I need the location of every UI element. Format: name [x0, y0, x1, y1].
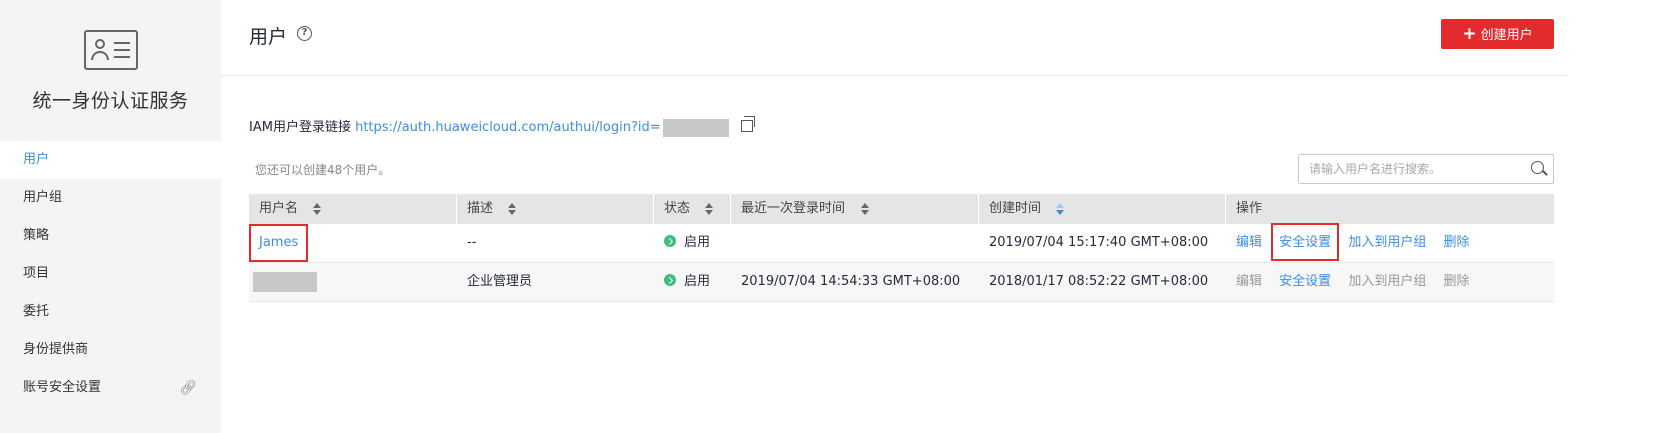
copy-icon[interactable] [740, 115, 755, 132]
column-label: 用户名 [259, 201, 299, 216]
add-to-group-link[interactable]: 加入到用户组 [1348, 235, 1426, 250]
status-cell: 启用 [654, 224, 710, 262]
plus-icon: + [1462, 24, 1477, 44]
sidebar-item-label: 账号安全设置 [23, 380, 102, 395]
sort-icon[interactable] [861, 203, 869, 215]
actions-cell: 编辑 安全设置 加入到用户组 删除 [1226, 263, 1482, 301]
sort-icon-active[interactable] [1056, 203, 1064, 215]
table-row: James -- 启用 2019/07/04 15:17:40 GMT+08:0… [249, 224, 1554, 263]
external-link-icon: 🔗︎ [179, 380, 197, 396]
status-cell: 启用 [654, 263, 710, 301]
login-link-label: IAM用户登录链接 [249, 120, 351, 135]
sidebar-item-user-groups[interactable]: 用户组 [0, 179, 221, 217]
delete-link[interactable]: 删除 [1443, 235, 1469, 250]
column-header-created[interactable]: 创建时间 [979, 194, 1226, 224]
column-header-username[interactable]: 用户名 [249, 194, 457, 224]
last-login-cell [731, 224, 741, 262]
edit-link[interactable]: 编辑 [1236, 235, 1262, 250]
login-link-url[interactable]: https://auth.huaweicloud.com/authui/logi… [355, 120, 661, 135]
username-cell [249, 263, 317, 301]
enabled-status-icon [664, 273, 676, 286]
column-header-actions: 操作 [1226, 194, 1554, 224]
edit-link-disabled: 编辑 [1236, 274, 1263, 289]
sidebar: 统一身份认证服务 用户 用户组 策略 项目 委托 身份提供商 账号安全设置 🔗︎ [0, 0, 221, 433]
column-header-last-login[interactable]: 最近一次登录时间 [731, 194, 979, 224]
create-user-label: 创建用户 [1480, 28, 1533, 43]
column-header-status[interactable]: 状态 [654, 194, 731, 224]
security-settings-link[interactable]: 安全设置 [1279, 274, 1331, 289]
description-cell: 企业管理员 [467, 274, 533, 289]
column-header-description[interactable]: 描述 [457, 194, 654, 224]
actions-cell: 编辑 安全设置 加入到用户组 删除 [1226, 224, 1482, 262]
last-login-cell: 2019/07/04 14:54:33 GMT+08:00 [741, 274, 961, 289]
masked-username [253, 271, 317, 292]
create-user-button[interactable]: + 创建用户 [1441, 19, 1554, 49]
search-box [1298, 154, 1554, 184]
sidebar-item-identity-providers[interactable]: 身份提供商 [0, 331, 221, 369]
column-label: 操作 [1236, 201, 1263, 216]
created-cell: 2018/01/17 08:52:22 GMT+08:00 [989, 274, 1209, 289]
sort-icon[interactable] [508, 203, 516, 215]
quota-hint: 您还可以创建48个用户。 [255, 163, 391, 177]
highlight-security-settings-box [1271, 223, 1339, 261]
status-label: 启用 [684, 235, 711, 250]
sidebar-item-policies[interactable]: 策略 [0, 217, 221, 255]
column-label: 最近一次登录时间 [741, 201, 846, 216]
page-title: 用户 [249, 26, 288, 48]
description-cell: -- [467, 235, 477, 250]
table-header: 用户名 描述 状态 最近一次登录时间 创建时间 操作 [249, 194, 1554, 224]
search-input[interactable] [1299, 155, 1514, 183]
sidebar-item-users[interactable]: 用户 [0, 141, 221, 179]
column-label: 创建时间 [989, 201, 1042, 216]
highlight-username-box [249, 224, 308, 262]
column-label: 描述 [467, 201, 494, 216]
status-label: 启用 [684, 274, 711, 289]
delete-link-disabled: 删除 [1443, 274, 1470, 289]
search-icon[interactable] [1531, 161, 1544, 174]
sidebar-item-account-security[interactable]: 账号安全设置 🔗︎ [0, 369, 221, 407]
masked-account-id [662, 118, 729, 137]
sort-icon[interactable] [313, 203, 321, 215]
column-label: 状态 [664, 201, 691, 216]
created-cell: 2019/07/04 15:17:40 GMT+08:00 [989, 235, 1209, 250]
add-to-group-link-disabled: 加入到用户组 [1348, 274, 1427, 289]
users-table: 用户名 描述 状态 最近一次登录时间 创建时间 操作 James -- 启用 2… [249, 194, 1554, 302]
help-icon[interactable]: ? [297, 26, 312, 41]
login-link-row: IAM用户登录链接 https://auth.huaweicloud.com/a… [249, 115, 755, 137]
page-header: 用户 ? + 创建用户 [221, 0, 1567, 76]
table-row: 企业管理员 启用 2019/07/04 14:54:33 GMT+08:00 2… [249, 263, 1554, 302]
id-card-icon [83, 30, 138, 70]
service-brand: 统一身份认证服务 [0, 0, 221, 141]
sort-icon[interactable] [705, 203, 713, 215]
enabled-status-icon [664, 234, 676, 247]
service-title: 统一身份认证服务 [32, 90, 189, 112]
sidebar-item-projects[interactable]: 项目 [0, 255, 221, 293]
sidebar-item-agencies[interactable]: 委托 [0, 293, 221, 331]
